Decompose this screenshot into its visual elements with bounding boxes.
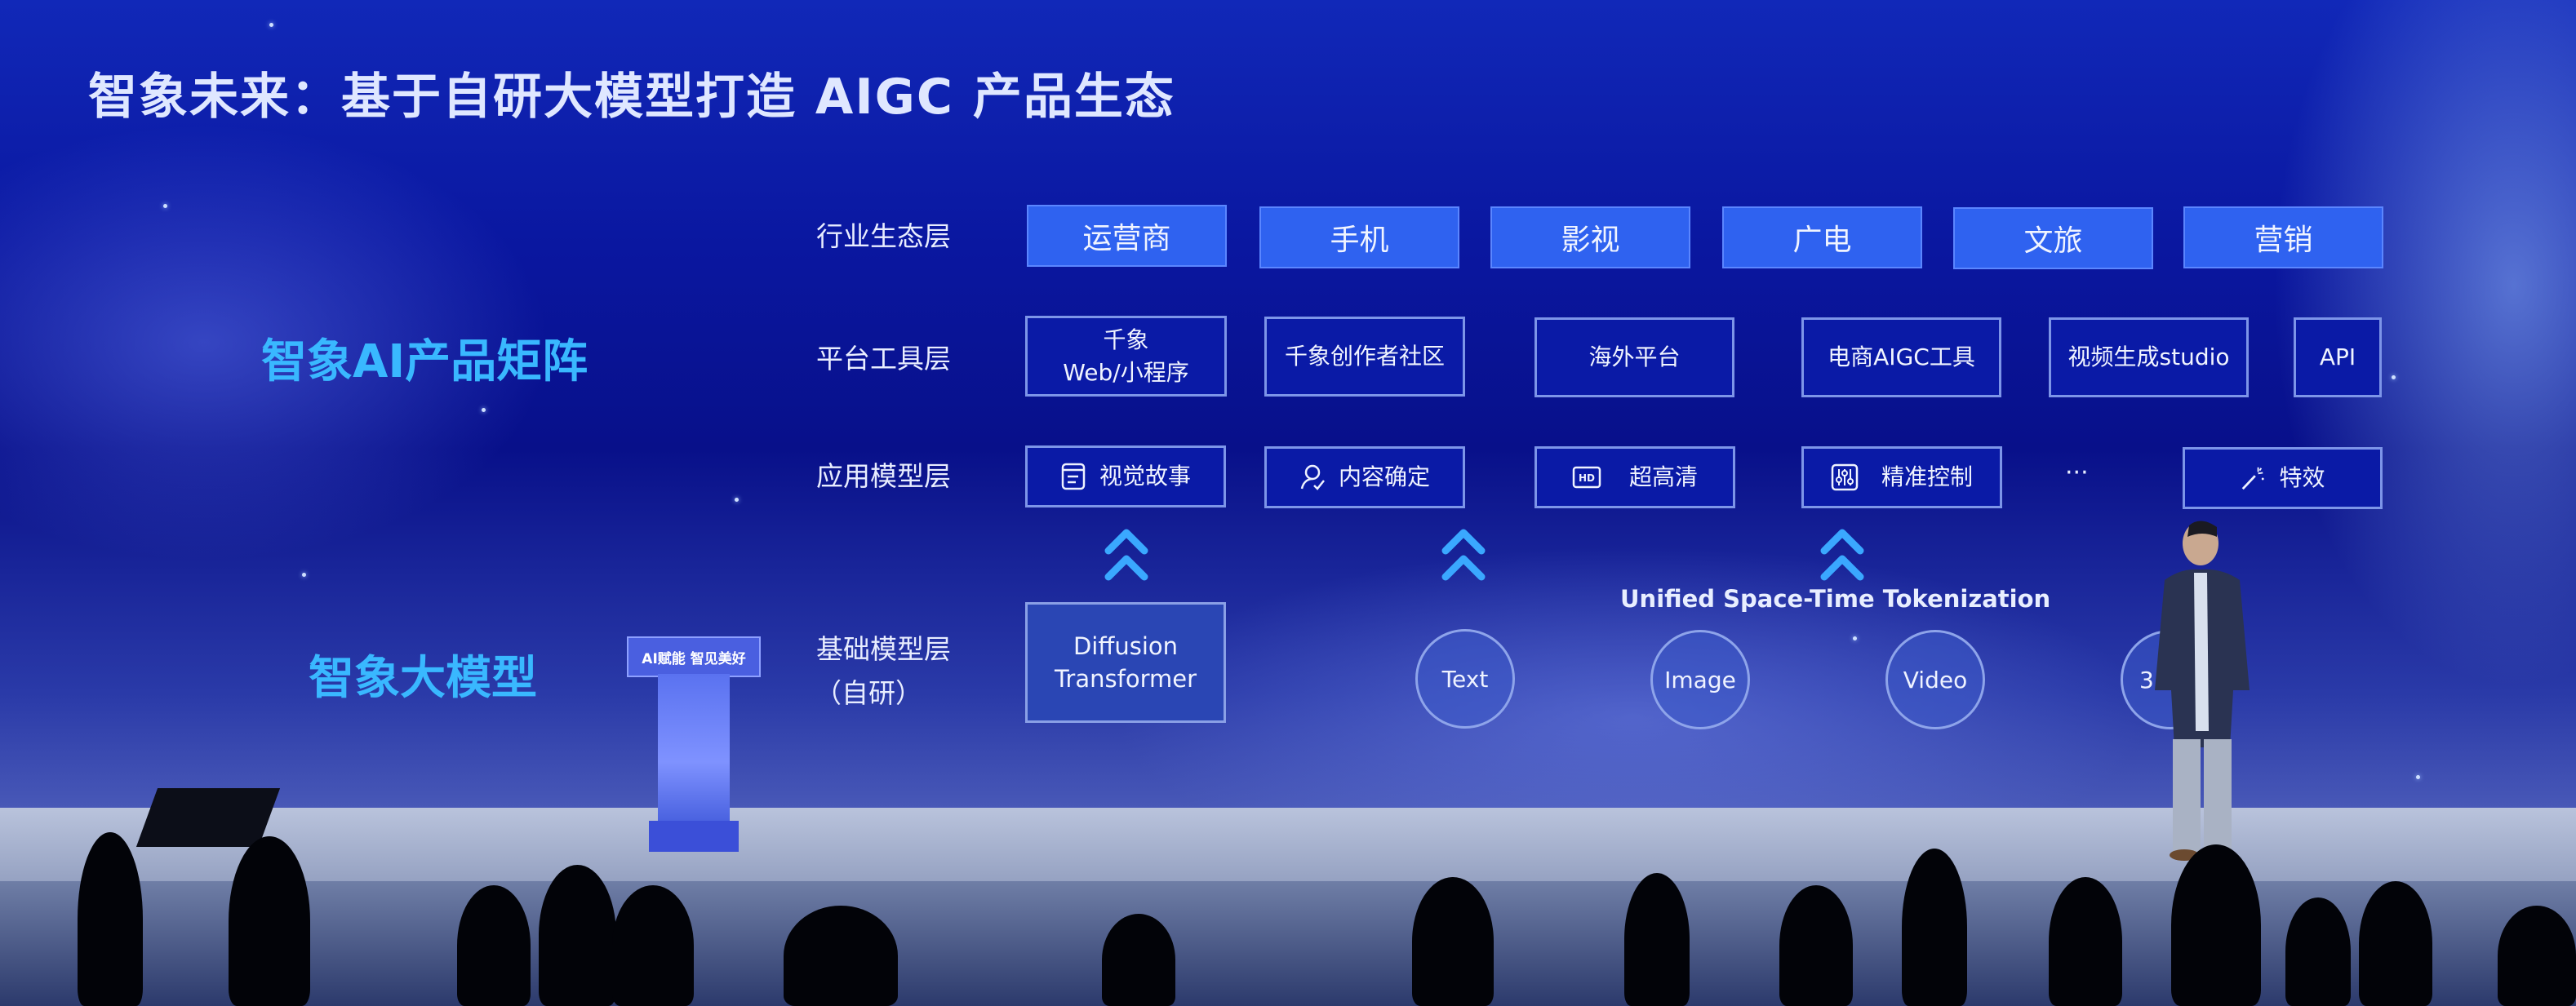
star <box>2416 775 2420 779</box>
industry-item: 手机 <box>1259 206 1459 268</box>
audience-member <box>2359 881 2432 1006</box>
application-item: HD 超高清 <box>1534 446 1735 508</box>
audience-member <box>457 885 531 1006</box>
audience-member <box>1412 877 1494 1006</box>
audience-member <box>612 885 694 1006</box>
industry-item: 广电 <box>1722 206 1922 268</box>
industry-item: 文旅 <box>1953 207 2153 269</box>
podium-base <box>649 821 739 852</box>
application-layer-label: 应用模型层 <box>816 460 951 492</box>
magic-wand-icon <box>2242 467 2265 490</box>
modality-circle: Image <box>1650 630 1750 729</box>
foundation-model-label: 智象大模型 <box>309 652 537 705</box>
audience-member <box>2049 877 2122 1006</box>
star <box>1853 636 1857 640</box>
user-check-icon <box>1300 464 1325 490</box>
document-icon <box>1061 463 1086 490</box>
application-item-label: 视觉故事 <box>1099 463 1191 490</box>
platform-item: 千象 Web/小程序 <box>1025 316 1227 397</box>
chevron-up-icon <box>1104 529 1148 581</box>
audience-member <box>1102 914 1175 1006</box>
podium-sign: AI赋能 智见美好 <box>627 636 761 677</box>
audience-member <box>229 836 310 1006</box>
audience-member <box>1624 873 1690 1006</box>
audience-member <box>1902 849 1967 1006</box>
industry-item: 影视 <box>1490 206 1690 268</box>
audience-member <box>784 906 898 1006</box>
hd-icon: HD <box>1572 466 1601 489</box>
application-item: 视觉故事 <box>1025 445 1226 507</box>
application-item-label: 特效 <box>2279 464 2325 491</box>
star <box>482 408 486 412</box>
chevron-up-icon <box>1820 529 1864 581</box>
platform-item: 千象创作者社区 <box>1264 317 1465 397</box>
industry-item: 营销 <box>2183 206 2383 268</box>
star <box>302 573 306 577</box>
speaker-person <box>2155 521 2250 861</box>
base-layer-sublabel: （自研） <box>815 677 922 709</box>
application-item: 内容确定 <box>1264 446 1465 508</box>
application-item-label: 内容确定 <box>1338 463 1430 490</box>
star <box>163 204 167 208</box>
application-item: 特效 <box>2183 447 2383 509</box>
platform-item: 电商AIGC工具 <box>1801 317 2001 397</box>
star <box>735 498 739 502</box>
tokenization-label: Unified Space-Time Tokenization <box>1620 585 2051 613</box>
stage-monitor <box>135 788 281 847</box>
platform-layer-label: 平台工具层 <box>816 343 951 374</box>
svg-text:HD: HD <box>1579 472 1595 484</box>
application-item-label: 超高清 <box>1628 463 1698 490</box>
application-item-label: 精准控制 <box>1881 463 1973 490</box>
platform-item: API <box>2294 317 2382 397</box>
more-ellipsis: ··· <box>2065 459 2089 487</box>
audience-member <box>2171 844 2261 1006</box>
modality-circle: Video <box>1885 630 1985 729</box>
sliders-icon <box>1831 463 1859 491</box>
platform-item: 海外平台 <box>1534 317 1734 397</box>
audience-member <box>1779 885 1853 1006</box>
audience-member <box>539 865 616 1006</box>
platform-item: 视频生成studio <box>2049 317 2249 397</box>
industry-item: 运营商 <box>1027 205 1227 267</box>
audience-member <box>2498 906 2576 1006</box>
base-layer-label: 基础模型层 <box>816 633 951 665</box>
diffusion-transformer-box: Diffusion Transformer <box>1025 602 1226 723</box>
podium <box>658 674 730 821</box>
slide-title: 智象未来：基于自研大模型打造 AIGC 产品生态 <box>88 69 1175 126</box>
star <box>2392 375 2396 379</box>
star <box>269 23 273 27</box>
product-matrix-label: 智象AI产品矩阵 <box>261 335 588 388</box>
industry-layer-label: 行业生态层 <box>816 220 951 252</box>
chevron-up-icon <box>1441 529 1486 581</box>
application-item: 精准控制 <box>1801 446 2002 508</box>
audience-member <box>2285 897 2351 1006</box>
modality-circle: Text <box>1415 629 1515 729</box>
audience-member <box>78 832 143 1006</box>
